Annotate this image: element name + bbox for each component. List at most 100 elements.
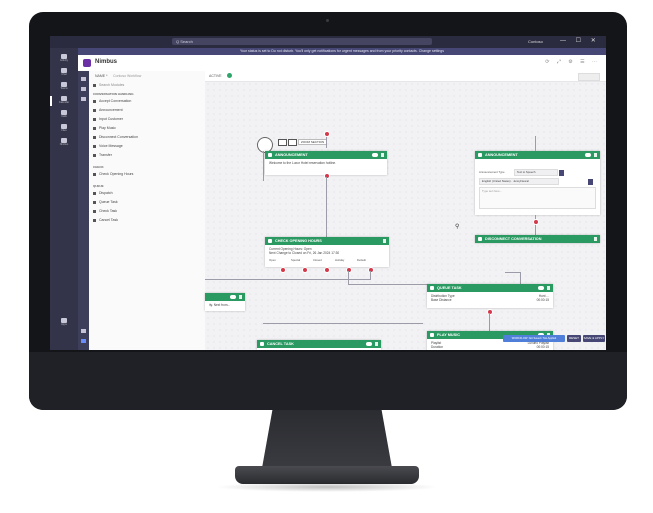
rail-item-files[interactable]: Files <box>58 124 70 134</box>
module-dispatch[interactable]: Dispatch <box>93 191 113 195</box>
module-transfer[interactable]: Transfer <box>93 153 112 157</box>
output-port[interactable] <box>280 267 286 273</box>
output-port[interactable] <box>368 267 374 273</box>
node-toggle[interactable] <box>366 342 372 346</box>
settings-icon[interactable] <box>81 97 86 101</box>
queue-icon <box>430 286 434 290</box>
queue-icon <box>93 200 96 204</box>
node-header: DISCONNECT CONVERSATION <box>475 235 600 243</box>
rail-item-calendar[interactable]: Calendar <box>58 96 70 106</box>
monitor-stand <box>262 410 392 468</box>
cursor-icon: ⚲ <box>455 224 460 230</box>
announcement-text-input[interactable]: Type text here... <box>479 187 596 209</box>
workflow-status-button[interactable]: WORKFLOW: Not Saved / Not Applied <box>503 335 565 342</box>
users-icon[interactable] <box>81 329 86 333</box>
workflow-canvas[interactable]: NAME * Contoso Workflow ACTIVE ZOOM SECT… <box>95 71 606 350</box>
module-queue-task[interactable]: Queue Task <box>93 200 118 204</box>
rail-item-chat[interactable]: Chat <box>58 68 70 78</box>
node-header: ANNOUNCEMENT <box>475 151 600 159</box>
trash-icon[interactable] <box>381 153 384 157</box>
connector <box>489 313 490 331</box>
node-toggle[interactable] <box>372 153 378 157</box>
output-port[interactable] <box>533 219 539 225</box>
language-select[interactable]: English (United States) · JennyNeural <box>479 178 559 185</box>
chat-mini-icon[interactable] <box>288 139 297 146</box>
titlebar: Q Search Contoso — ☐ ✕ <box>50 36 606 48</box>
output-port[interactable] <box>324 173 330 179</box>
active-label: ACTIVE <box>209 74 222 78</box>
connector <box>535 215 536 235</box>
module-announcement[interactable]: Announcement <box>93 108 123 112</box>
output-port[interactable] <box>324 131 330 137</box>
partial-node[interactable]: ity. Next from... <box>205 293 245 311</box>
section-title: CHECK <box>93 165 104 169</box>
toolbar-field[interactable] <box>578 73 600 81</box>
module-disconnect[interactable]: Disconnect Conversation <box>93 135 138 139</box>
check-opening-hours-node[interactable]: CHECK OPENING HOURS Current Opening Hour… <box>265 237 389 267</box>
node-toggle[interactable] <box>538 286 544 290</box>
node-toggle[interactable] <box>230 295 236 299</box>
trash-icon[interactable] <box>594 237 597 241</box>
module-input-customer[interactable]: Input Customer <box>93 117 123 121</box>
trash-icon[interactable] <box>547 286 550 290</box>
home-icon[interactable] <box>81 77 86 81</box>
rail-item-calls[interactable]: Calls <box>58 110 70 120</box>
window-controls[interactable]: — ☐ ✕ <box>560 37 600 44</box>
output-port[interactable] <box>487 309 493 315</box>
disconnect-node[interactable]: DISCONNECT CONVERSATION <box>475 235 600 243</box>
clock-icon <box>268 239 272 243</box>
dropdown-icon[interactable] <box>558 169 564 176</box>
trash-icon[interactable] <box>375 342 378 346</box>
field-label: Announcement Type <box>479 170 505 175</box>
announcement-node[interactable]: ANNOUNCEMENT Announcement Type Text to S… <box>475 151 600 215</box>
field-value: 00:00:15 <box>536 298 549 302</box>
phone-mini-icon[interactable] <box>278 139 287 146</box>
trash-icon[interactable] <box>239 295 242 299</box>
canvas-grid <box>205 81 606 350</box>
queue-task-node[interactable]: QUEUE TASK Distribution Type Hunt ... Bas… <box>427 284 553 308</box>
dropdown-icon[interactable] <box>587 178 593 185</box>
monitor-chin <box>29 352 627 410</box>
rail-item-teams[interactable]: Teams <box>58 82 70 92</box>
module-check-task[interactable]: Check Task <box>93 209 117 213</box>
transfer-icon <box>93 153 96 157</box>
header-actions[interactable]: ⟳ ⤢ ⚙ ☰ ⋯ <box>545 59 600 65</box>
trash-icon[interactable] <box>383 239 386 243</box>
cancel-task-node[interactable]: CANCEL TASK <box>257 340 381 350</box>
input-icon <box>93 117 96 121</box>
rail-item-activity[interactable]: Activity <box>58 54 70 64</box>
workflow-name-input[interactable]: Contoso Workflow <box>113 74 141 78</box>
cancel-icon <box>260 342 264 346</box>
module-accept-conversation[interactable]: Accept Conversation <box>93 99 131 103</box>
module-cancel-task[interactable]: Cancel Task <box>93 218 118 222</box>
list-icon[interactable] <box>81 87 86 91</box>
app-header: Nimbus ⟳ ⤢ ⚙ ☰ ⋯ <box>78 55 606 72</box>
output-port[interactable] <box>346 267 352 273</box>
announcement-type-select[interactable]: Text to Speech <box>513 169 558 176</box>
speaker-icon <box>93 108 96 112</box>
rail-item-nimbus[interactable]: Nimbus <box>58 138 70 148</box>
output-port[interactable] <box>302 267 308 273</box>
reset-button[interactable]: RESET <box>567 335 581 342</box>
connector <box>263 151 264 181</box>
module-play-music[interactable]: Play Music <box>93 126 116 130</box>
module-voice-message[interactable]: Voice Message <box>93 144 123 148</box>
node-header: CHECK OPENING HOURS <box>265 237 389 245</box>
announcement-node[interactable]: ANNOUNCEMENT Welcome to the Luxor Hotel … <box>265 151 387 175</box>
node-toggle[interactable] <box>585 153 591 157</box>
rail-active-indicator <box>50 96 52 106</box>
user-name[interactable]: Contoso <box>528 39 543 44</box>
help-icon[interactable] <box>81 339 86 343</box>
search-input[interactable]: Q Search <box>172 38 432 45</box>
speaker-icon <box>478 153 482 157</box>
rail-item-apps[interactable]: Apps <box>58 318 70 328</box>
trash-icon[interactable] <box>594 153 597 157</box>
active-toggle[interactable] <box>227 73 232 78</box>
node-header: QUEUE TASK <box>427 284 553 292</box>
output-special: Special <box>291 258 301 262</box>
module-check-opening-hours[interactable]: Check Opening Hours <box>93 172 133 176</box>
save-apply-button[interactable]: SAVE & APPLY <box>583 335 605 342</box>
output-port[interactable] <box>324 267 330 273</box>
zoom-section-button[interactable]: ZOOM SECTION <box>298 139 328 145</box>
module-search[interactable]: Search Modules <box>93 83 124 87</box>
